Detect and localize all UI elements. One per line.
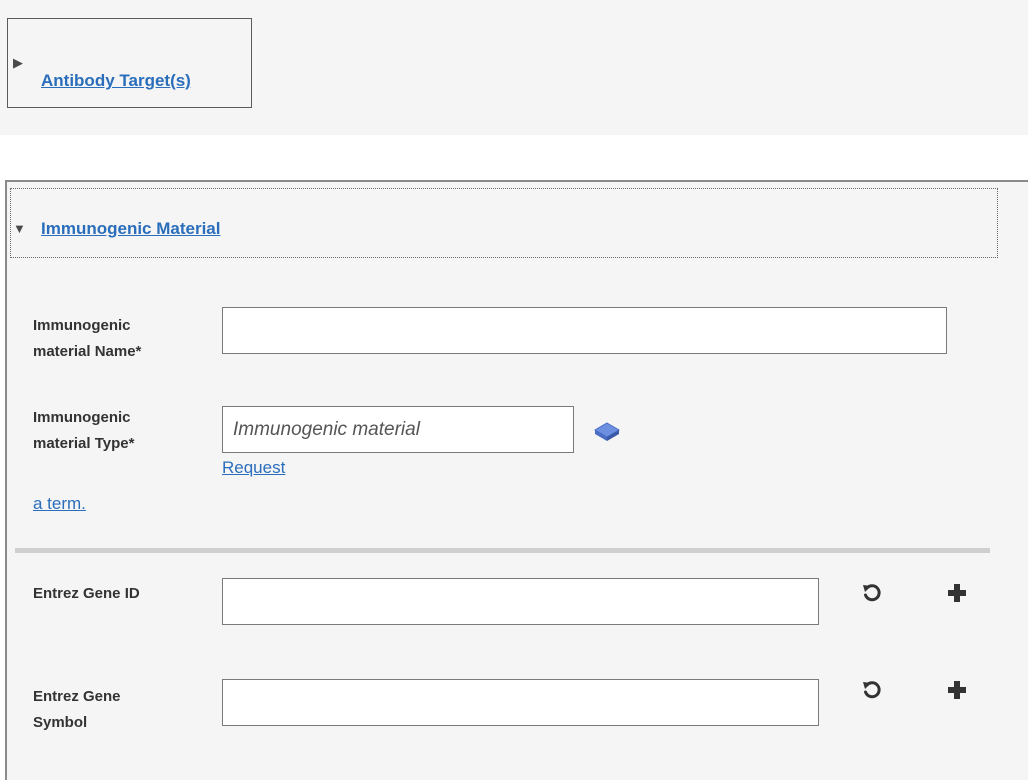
immunogen-name-input[interactable] [222, 307, 947, 354]
reset-icon[interactable] [858, 676, 886, 704]
request-term-link[interactable]: Request [222, 458, 285, 478]
entrez-gene-symbol-label: Entrez Gene Symbol [33, 688, 121, 731]
section-divider [15, 548, 990, 553]
immunogen-type-label: Immunogenic material Type* [33, 409, 135, 452]
entrez-gene-id-label: Entrez Gene ID [33, 585, 140, 602]
collapsed-triangle-icon[interactable]: ▶ [13, 55, 23, 71]
add-icon[interactable] [943, 579, 971, 607]
add-icon[interactable] [943, 676, 971, 704]
antibody-targets-section: ▶ Antibody Target(s) [7, 18, 252, 108]
immunogen-name-label: Immunogenic material Name* [33, 317, 142, 360]
immunogenic-material-header: ▼ Immunogenic Material [10, 188, 998, 258]
immunogenic-material-toggle[interactable]: Immunogenic Material [41, 219, 220, 239]
antibody-targets-toggle[interactable]: Antibody Target(s) [41, 71, 191, 91]
request-term-link-continued[interactable]: a term. [33, 494, 86, 514]
immunogen-type-input[interactable] [222, 406, 574, 453]
expanded-triangle-icon[interactable]: ▼ [13, 221, 26, 236]
reset-icon[interactable] [858, 579, 886, 607]
entrez-gene-id-input[interactable] [222, 578, 819, 625]
ontology-book-icon[interactable] [593, 420, 621, 444]
entrez-gene-symbol-input[interactable] [222, 679, 819, 726]
